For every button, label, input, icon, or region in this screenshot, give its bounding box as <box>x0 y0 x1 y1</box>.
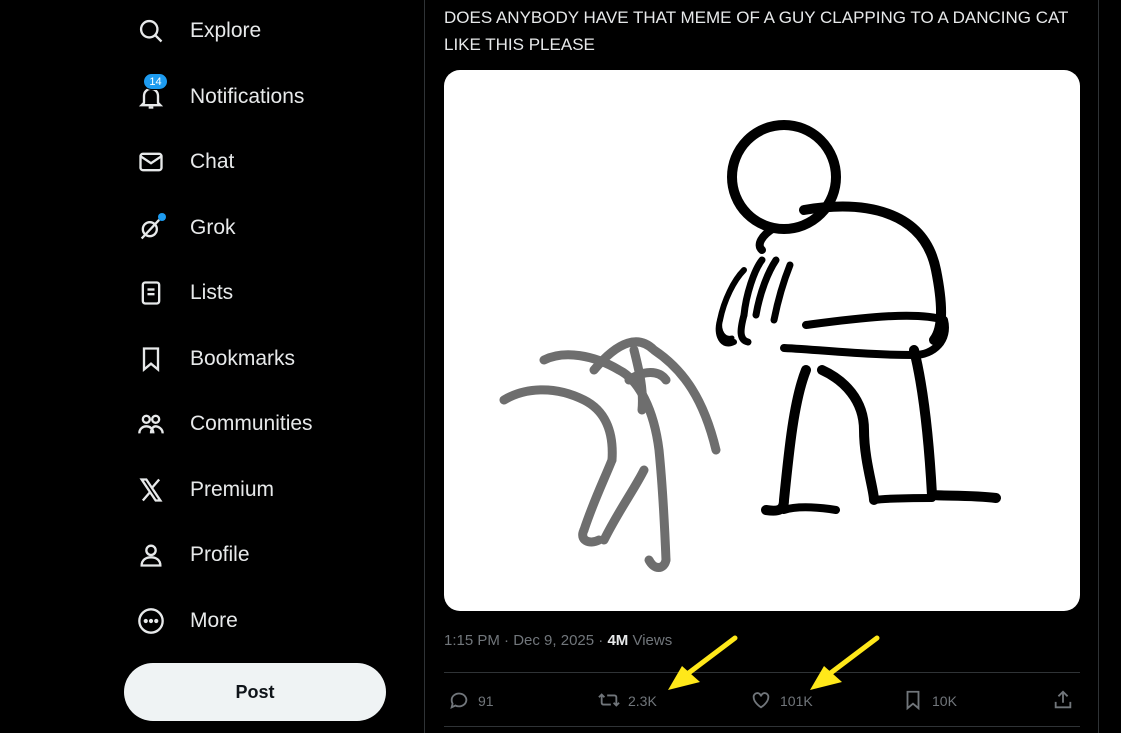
sidebar-item-profile[interactable]: Profile <box>124 529 250 581</box>
column-divider-right <box>1098 0 1099 733</box>
heart-icon <box>750 689 772 714</box>
bookmark-button[interactable]: 10K <box>902 684 957 718</box>
tweet-actions-bar: 91 2.3K 101K 10K <box>444 684 1080 718</box>
reply-count: 91 <box>478 693 494 709</box>
actions-divider-bottom <box>444 726 1080 727</box>
app-window: Explore 14 Notifications Chat Grok Lists… <box>0 0 1121 733</box>
sidebar-item-label: Bookmarks <box>190 347 296 370</box>
repost-count: 2.3K <box>628 693 657 709</box>
tweet-time[interactable]: 1:15 PM <box>444 632 500 649</box>
sidebar-item-label: Profile <box>190 543 250 566</box>
reply-icon <box>448 689 470 714</box>
annotation-arrow-icon <box>668 635 738 690</box>
new-dot-icon <box>158 213 166 221</box>
tweet-media-image[interactable] <box>444 70 1080 611</box>
sidebar-item-chat[interactable]: Chat <box>124 136 234 188</box>
sidebar-item-more[interactable]: More <box>124 595 238 647</box>
search-icon <box>136 16 166 46</box>
share-button[interactable] <box>1052 684 1074 718</box>
sidebar-item-label: Communities <box>190 412 313 435</box>
bookmark-count: 10K <box>932 693 957 709</box>
actions-divider-top <box>444 672 1080 673</box>
tweet-metadata: 1:15 PM · Dec 9, 2025 · 4M Views <box>444 632 672 649</box>
mail-icon <box>136 147 166 177</box>
x-logo-icon <box>136 475 166 505</box>
repost-button[interactable]: 2.3K <box>598 684 657 718</box>
clapping-man-dancing-cat-drawing <box>499 120 1001 572</box>
notification-badge: 14 <box>143 73 168 90</box>
sidebar-item-label: Grok <box>190 216 236 239</box>
sidebar-item-communities[interactable]: Communities <box>124 398 313 450</box>
sidebar-item-label: Premium <box>190 478 275 501</box>
sidebar-item-premium[interactable]: Premium <box>124 464 274 516</box>
post-button[interactable]: Post <box>124 663 386 721</box>
column-divider-left <box>424 0 425 733</box>
annotation-arrow-icon <box>810 635 880 690</box>
sidebar-nav: Explore 14 Notifications Chat Grok Lists… <box>0 0 424 733</box>
meta-separator: · <box>504 632 514 649</box>
person-icon <box>136 540 166 570</box>
sidebar-item-bookmarks[interactable]: Bookmarks <box>124 333 295 385</box>
views-count: 4M <box>607 632 629 649</box>
grok-icon <box>136 213 166 243</box>
repost-icon <box>598 689 620 714</box>
share-icon <box>1052 689 1074 714</box>
bookmark-icon <box>902 689 924 714</box>
more-circle-icon <box>136 606 166 636</box>
sidebar-item-label: Lists <box>190 281 234 304</box>
sidebar-item-grok[interactable]: Grok <box>124 202 236 254</box>
sidebar-item-label: More <box>190 609 238 632</box>
list-icon <box>136 278 166 308</box>
bell-icon: 14 <box>136 73 168 112</box>
reply-button[interactable]: 91 <box>448 684 494 718</box>
sidebar-item-label: Chat <box>190 150 235 173</box>
tweet-text: DOES ANYBODY HAVE THAT MEME OF A GUY CLA… <box>444 8 1069 54</box>
tweet-date[interactable]: Dec 9, 2025 <box>513 632 594 649</box>
sidebar-item-notifications[interactable]: 14 Notifications <box>124 71 304 123</box>
sidebar-item-label: Explore <box>190 19 262 42</box>
sidebar-item-explore[interactable]: Explore <box>124 5 261 57</box>
communities-icon <box>136 409 166 439</box>
like-count: 101K <box>780 693 813 709</box>
sidebar-item-lists[interactable]: Lists <box>124 267 233 319</box>
bookmark-icon <box>136 344 166 374</box>
sidebar-item-label: Notifications <box>190 85 305 108</box>
